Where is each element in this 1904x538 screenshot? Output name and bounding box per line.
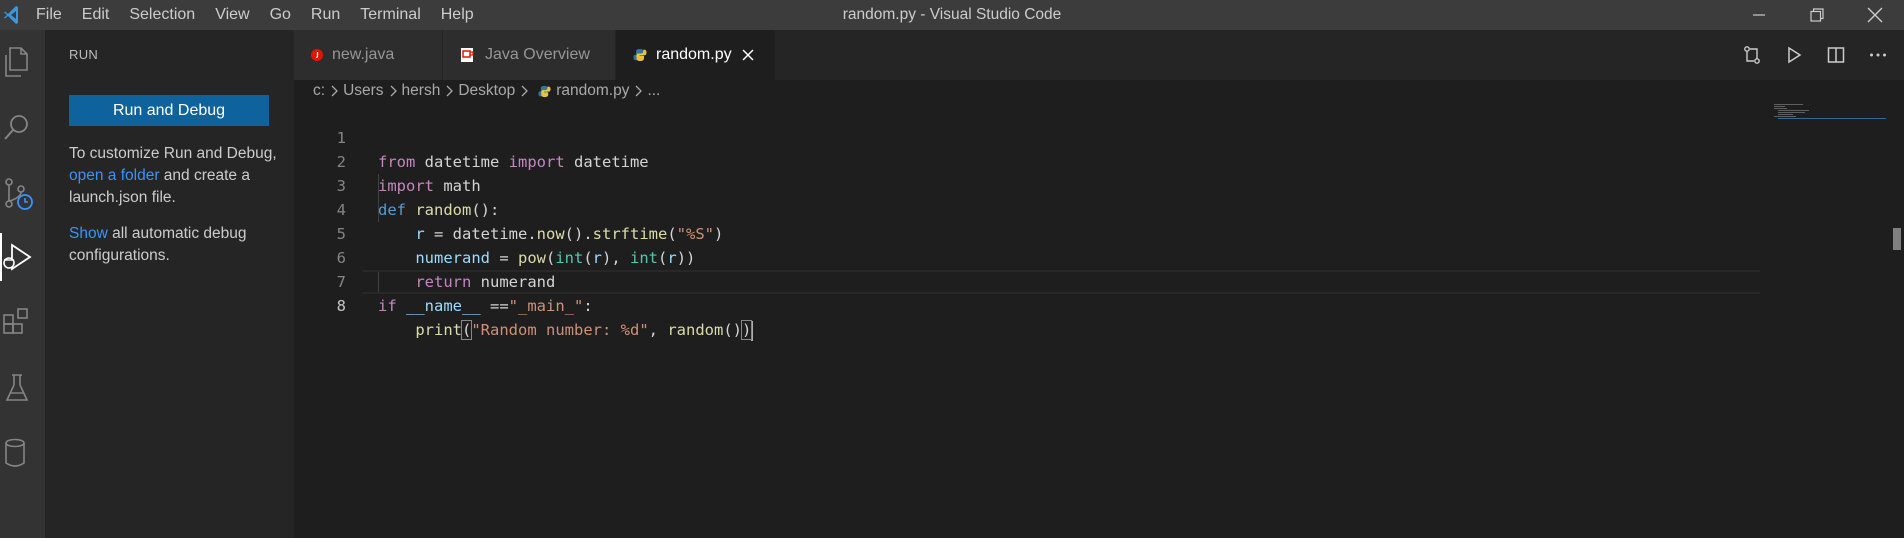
- minimap-line: [1774, 116, 1796, 117]
- open-changes-icon[interactable]: [1738, 41, 1766, 69]
- activity-bar: [0, 30, 45, 538]
- run-and-debug-button[interactable]: Run and Debug: [69, 95, 269, 126]
- open-folder-link[interactable]: open a folder: [69, 167, 160, 184]
- code-line[interactable]: 2 import math: [294, 126, 1764, 195]
- menu-file[interactable]: File: [26, 0, 72, 30]
- java-error-icon: [311, 49, 323, 61]
- editor-actions: [1738, 30, 1892, 80]
- tab-label: Java Overview: [485, 46, 590, 63]
- menu-go[interactable]: Go: [260, 0, 301, 30]
- customize-text-prefix: To customize Run and Debug,: [69, 145, 277, 162]
- tab-new-java[interactable]: new.java: [294, 30, 442, 80]
- customize-run-text: To customize Run and Debug, open a folde…: [69, 143, 279, 209]
- restore-icon: [1810, 8, 1824, 22]
- editor-tab-bar: new.java Java Overview random.py: [294, 30, 1904, 80]
- minimize-icon: [1753, 14, 1765, 16]
- close-icon: [1867, 7, 1883, 23]
- run-debug-icon[interactable]: [0, 237, 45, 277]
- close-tab-icon[interactable]: [742, 49, 754, 61]
- breadcrumb-item[interactable]: ...: [647, 82, 660, 100]
- close-window-button[interactable]: [1846, 0, 1904, 30]
- tab-random-py[interactable]: random.py: [616, 30, 775, 80]
- python-icon: [633, 48, 647, 62]
- source-control-icon[interactable]: [0, 174, 45, 214]
- testing-icon[interactable]: [0, 368, 45, 408]
- run-sidebar: RUN Run and Debug To customize Run and D…: [45, 30, 294, 538]
- minimap-line: [1774, 108, 1787, 109]
- code-line[interactable]: 4 r = datetime.now().strftime("%S"): [294, 174, 1764, 243]
- minimap-line: [1774, 104, 1803, 105]
- text-cursor: [751, 320, 754, 341]
- chevron-right-icon: [520, 85, 529, 97]
- code-line[interactable]: 1 from datetime import datetime: [294, 102, 1764, 171]
- menu-run[interactable]: Run: [301, 0, 350, 30]
- java-overview-icon: [460, 47, 476, 63]
- chevron-right-icon: [389, 85, 397, 97]
- minimap-line: [1778, 110, 1809, 111]
- vscode-logo-icon: [0, 0, 22, 30]
- minimap[interactable]: [1774, 104, 1886, 124]
- run-file-icon[interactable]: [1780, 41, 1808, 69]
- title-bar: File Edit Selection View Go Run Terminal…: [0, 0, 1904, 30]
- minimap-line: [1774, 106, 1785, 107]
- menu-view[interactable]: View: [205, 0, 259, 30]
- restore-button[interactable]: [1788, 0, 1846, 30]
- code-line[interactable]: 7 if __name__ =="_main_":: [294, 246, 1764, 315]
- tab-java-overview[interactable]: Java Overview: [443, 30, 615, 80]
- code-line[interactable]: 6 return numerand: [294, 222, 1764, 291]
- line-content: print("Random number: %d", random()): [415, 320, 754, 341]
- search-icon[interactable]: [0, 108, 45, 148]
- menu-selection[interactable]: Selection: [119, 0, 205, 30]
- breadcrumb-item[interactable]: c:: [313, 82, 325, 100]
- sidebar-title: RUN: [69, 47, 99, 62]
- breadcrumb-item[interactable]: random.py: [556, 82, 629, 100]
- line-content: if __name__ =="_main_":: [378, 297, 593, 315]
- chevron-right-icon: [330, 85, 338, 97]
- menu-edit[interactable]: Edit: [72, 0, 120, 30]
- code-editor[interactable]: 1 from datetime import datetime 2 import…: [294, 102, 1904, 538]
- line-number: 8: [336, 297, 346, 315]
- minimap-current-line: [1778, 118, 1886, 119]
- breadcrumb-item[interactable]: Users: [343, 82, 383, 100]
- tab-label: new.java: [332, 46, 395, 63]
- code-line[interactable]: 3 def random():: [294, 150, 1764, 219]
- python-file-icon: [538, 85, 551, 98]
- code-line[interactable]: 5 numerand = pow(int(r), int(r)): [294, 198, 1764, 267]
- show-configurations-text: Show all automatic debug configurations.: [69, 223, 279, 267]
- breadcrumb-item[interactable]: hersh: [402, 82, 441, 100]
- breadcrumb: c: Users hersh Desktop random.py ...: [294, 80, 660, 102]
- show-configurations-link[interactable]: Show: [69, 225, 108, 242]
- database-icon[interactable]: [0, 433, 45, 473]
- chevron-right-icon: [445, 85, 454, 97]
- explorer-icon[interactable]: [0, 42, 45, 82]
- menu-help[interactable]: Help: [431, 0, 484, 30]
- menu-terminal[interactable]: Terminal: [350, 0, 430, 30]
- more-actions-icon[interactable]: [1864, 41, 1892, 69]
- minimap-line: [1778, 112, 1805, 113]
- extensions-icon[interactable]: [0, 302, 45, 342]
- chevron-right-icon: [634, 85, 643, 97]
- menu-bar: File Edit Selection View Go Run Terminal…: [26, 0, 484, 30]
- minimap-line: [1778, 114, 1793, 115]
- scrollbar-thumb[interactable]: [1893, 228, 1901, 250]
- breadcrumb-item[interactable]: Desktop: [458, 82, 515, 100]
- window-controls: [1730, 0, 1904, 30]
- code-line[interactable]: 8 print("Random number: %d", random()): [294, 270, 1764, 341]
- tab-label: random.py: [656, 46, 732, 63]
- split-editor-icon[interactable]: [1822, 41, 1850, 69]
- minimize-button[interactable]: [1730, 0, 1788, 30]
